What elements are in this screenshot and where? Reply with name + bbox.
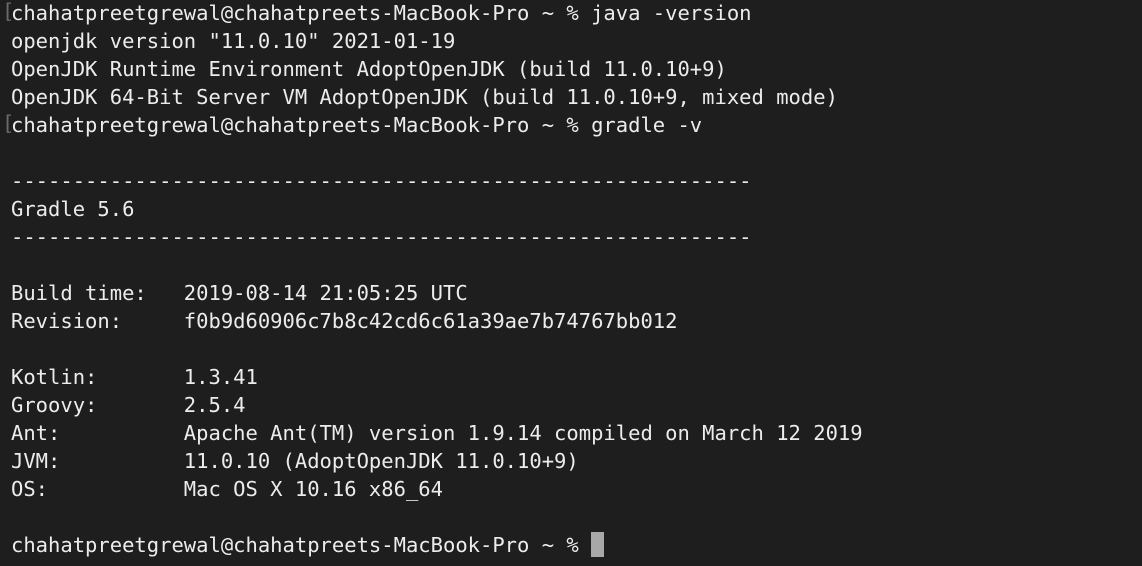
- terminal-line-separator: ----------------------------------------…: [11, 169, 752, 193]
- text-cursor: [590, 531, 604, 557]
- terminal-line-command-gradle: chahatpreetgrewal@chahatpreets-MacBook-P…: [11, 113, 703, 137]
- terminal-line-output: Build time: 2019-08-14 21:05:25 UTC: [11, 281, 468, 305]
- terminal-line-output: Groovy: 2.5.4: [11, 393, 246, 417]
- terminal-line-separator: ----------------------------------------…: [11, 225, 752, 249]
- terminal-line-output: Revision: f0b9d60906c7b8c42cd6c61a39ae7b…: [11, 309, 678, 333]
- terminal-line-output: OpenJDK Runtime Environment AdoptOpenJDK…: [11, 57, 727, 81]
- terminal-line-output: Ant: Apache Ant(TM) version 1.9.14 compi…: [11, 421, 863, 445]
- terminal-line-output: openjdk version "11.0.10" 2021-01-19: [11, 29, 456, 53]
- prompt-text: chahatpreetgrewal@chahatpreets-MacBook-P…: [11, 533, 579, 557]
- terminal-line-output: Kotlin: 1.3.41: [11, 365, 258, 389]
- terminal-line-output: JVM: 11.0.10 (AdoptOpenJDK 11.0.10+9): [11, 449, 579, 473]
- terminal-line-output: OS: Mac OS X 10.16 x86_64: [11, 477, 443, 501]
- terminal-line-command-java: chahatpreetgrewal@chahatpreets-MacBook-P…: [11, 1, 752, 25]
- terminal-line-output: OpenJDK 64-Bit Server VM AdoptOpenJDK (b…: [11, 85, 838, 109]
- terminal-window[interactable]: [ chahatpreetgrewal@chahatpreets-MacBook…: [0, 0, 1142, 566]
- terminal-line-output: Gradle 5.6: [11, 197, 135, 221]
- terminal-current-prompt[interactable]: chahatpreetgrewal@chahatpreets-MacBook-P…: [11, 531, 604, 559]
